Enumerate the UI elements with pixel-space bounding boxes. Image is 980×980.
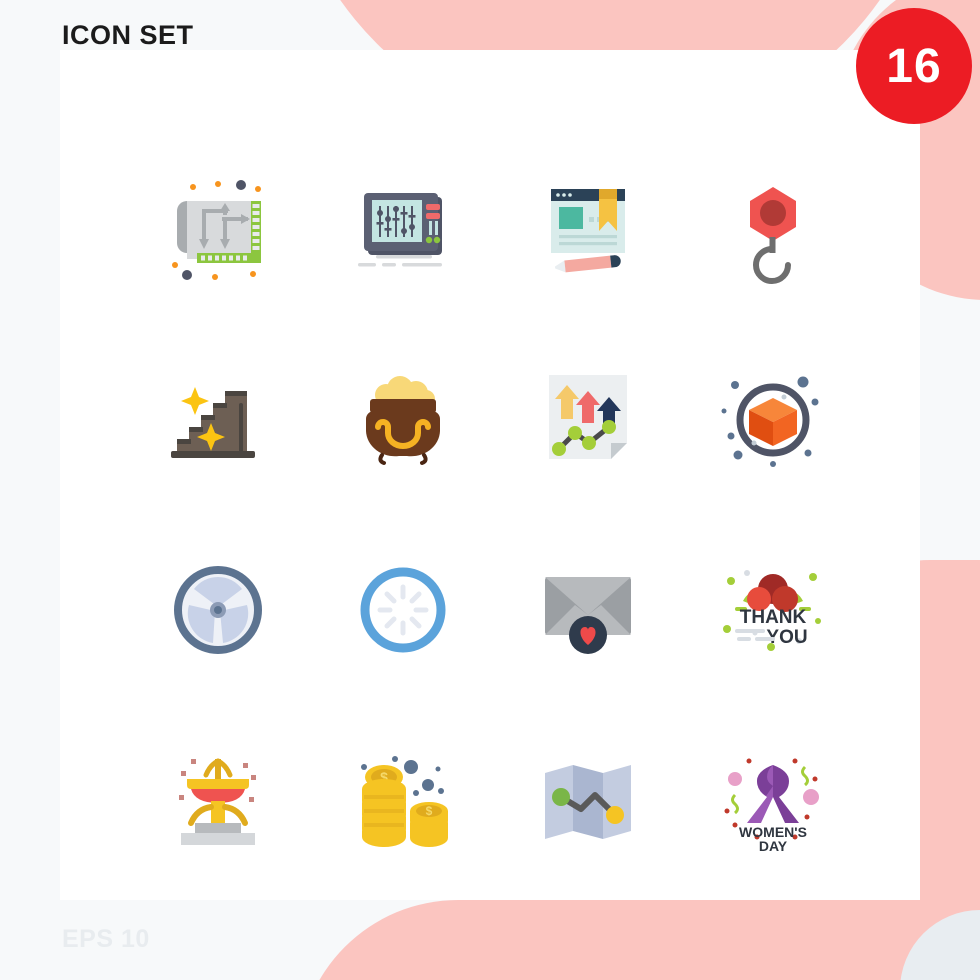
thank-you-line-1: THANK	[739, 607, 806, 628]
womens-day-line-2: DAY	[758, 838, 787, 854]
love-letter-envelope-icon	[544, 577, 631, 654]
icon-count-badge: 16	[856, 8, 972, 124]
icon-cell-love-letter-envelope[interactable]	[495, 515, 680, 705]
coin-dollar-sign-right: $	[425, 804, 432, 818]
icon-cell-stairs-sparkle[interactable]	[125, 325, 310, 515]
cube-in-circle-icon	[721, 376, 818, 467]
icon-count-badge-label: 16	[886, 39, 942, 93]
gold-coins-stack-icon: $ $	[360, 756, 448, 847]
icon-cell-growth-report-chart[interactable]	[495, 325, 680, 515]
stairs-sparkle-icon	[170, 387, 255, 458]
pot-of-gold-icon	[365, 376, 440, 465]
icon-grid: THANK YOU $ $ WOMEN'S DAY	[125, 135, 865, 895]
icon-cell-fountain[interactable]	[125, 705, 310, 895]
icon-cell-thank-you-badge[interactable]: THANK YOU	[680, 515, 865, 705]
icon-cell-crane-hook[interactable]	[680, 135, 865, 325]
icon-cell-audio-mixer-console[interactable]	[310, 135, 495, 325]
radiation-fan-circle-icon	[173, 566, 262, 654]
audio-mixer-console-icon	[357, 193, 442, 267]
thank-you-badge-icon: THANK YOU	[722, 570, 821, 651]
icon-cell-womens-day-ribbon[interactable]: WOMEN'S DAY	[680, 705, 865, 895]
fountain-icon	[178, 758, 256, 845]
icon-set-poster: ICON SET 16 THANK YOU $ $ WOMEN'S DAY EP…	[0, 0, 980, 980]
icon-cell-folded-route-map[interactable]	[495, 705, 680, 895]
decor-blob-pink-bottom	[298, 900, 980, 980]
folded-route-map-icon	[544, 765, 631, 839]
icon-cell-loading-spinner-circle[interactable]	[310, 515, 495, 705]
icon-cell-blueprint-floor-plan[interactable]	[125, 135, 310, 325]
page-title: ICON SET	[62, 20, 194, 50]
icon-cell-gold-coins-stack[interactable]: $ $	[310, 705, 495, 895]
womens-day-ribbon-icon: WOMEN'S DAY	[724, 758, 819, 854]
crane-hook-icon	[749, 187, 796, 284]
icon-cell-bookmarked-page-pencil[interactable]	[495, 135, 680, 325]
bookmarked-page-pencil-icon	[550, 189, 625, 273]
icon-cell-radiation-fan-circle[interactable]	[125, 515, 310, 705]
icon-cell-pot-of-gold[interactable]	[310, 325, 495, 515]
eps-watermark: EPS 10	[62, 925, 150, 953]
growth-report-chart-icon	[548, 375, 627, 459]
blueprint-floor-plan-icon	[171, 180, 261, 280]
icon-cell-cube-in-circle[interactable]	[680, 325, 865, 515]
loading-spinner-circle-icon	[360, 567, 445, 653]
